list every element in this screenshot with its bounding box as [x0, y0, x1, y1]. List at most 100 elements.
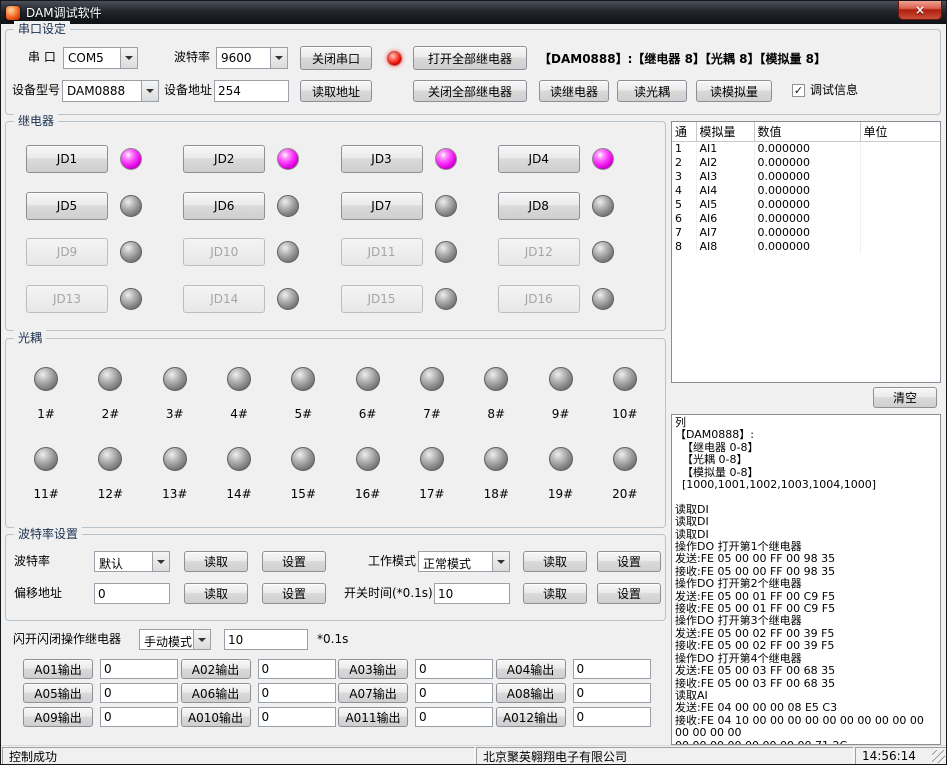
opto-cell: 12# [78, 447, 142, 501]
read-address-button[interactable]: 读取地址 [300, 80, 372, 102]
relay-button-jd8[interactable]: JD8 [498, 192, 580, 220]
titlebar[interactable]: DAM调试软件 [1, 1, 946, 24]
output-input-7[interactable] [415, 683, 493, 703]
output-input-8[interactable] [573, 683, 651, 703]
analog-table-cell [860, 142, 940, 156]
analog-table-row: 1AI10.000000 [672, 142, 940, 156]
relay-led-jd1 [120, 148, 142, 170]
output-button-6[interactable]: A06输出 [181, 683, 251, 703]
baud-setting-value: 默认 [95, 552, 152, 571]
read-relays-button[interactable]: 读继电器 [539, 80, 609, 102]
output-button-8[interactable]: A08输出 [496, 683, 566, 703]
output-button-9[interactable]: A09输出 [23, 707, 93, 727]
opto-led-3 [163, 367, 187, 391]
read-analog-button[interactable]: 读模拟量 [696, 80, 772, 102]
output-button-11[interactable]: A011输出 [338, 707, 408, 727]
relay-button-jd1[interactable]: JD1 [26, 145, 108, 173]
flash-time-input[interactable] [224, 629, 308, 650]
output-input-9[interactable] [100, 707, 178, 727]
read-opto-button[interactable]: 读光耦 [617, 80, 687, 102]
debug-info-checkbox[interactable]: ✓ 调试信息 [792, 83, 858, 97]
relay-cell: JD3 [341, 145, 498, 173]
opto-label: 15# [291, 487, 316, 501]
analog-table-header: 通 模拟量 数值 单位 [672, 122, 940, 142]
output-input-4[interactable] [573, 659, 651, 679]
opto-led-16 [356, 447, 380, 471]
analog-table-row: 5AI50.000000 [672, 198, 940, 212]
analog-table-cell: AI8 [696, 240, 754, 254]
relay-button-jd2[interactable]: JD2 [183, 145, 265, 173]
output-input-10[interactable] [258, 707, 336, 727]
opto-cell: 18# [464, 447, 528, 501]
resize-grip-icon[interactable] [932, 750, 945, 763]
offset-address-input[interactable] [94, 583, 170, 604]
relay-cell: JD8 [498, 192, 655, 220]
work-mode-set-button[interactable]: 设置 [597, 551, 661, 572]
opto-label: 14# [226, 487, 251, 501]
relay-led-jd11 [435, 241, 457, 263]
switch-time-set-button[interactable]: 设置 [597, 583, 661, 604]
relay-cell: JD15 [341, 285, 498, 313]
opto-led-13 [163, 447, 187, 471]
baud-select[interactable]: 9600 [216, 47, 288, 69]
serial-status-led [387, 51, 402, 66]
output-input-3[interactable] [415, 659, 493, 679]
output-input-11[interactable] [415, 707, 493, 727]
relay-button-jd5[interactable]: JD5 [26, 192, 108, 220]
analog-table-row: 4AI40.000000 [672, 184, 940, 198]
baud-setting-arrow[interactable] [152, 552, 169, 571]
work-mode-arrow[interactable] [492, 552, 509, 571]
opto-led-9 [549, 367, 573, 391]
flash-mode-select[interactable]: 手动模式 [139, 629, 211, 650]
output-input-2[interactable] [258, 659, 336, 679]
output-input-1[interactable] [100, 659, 178, 679]
relay-led-jd5 [120, 195, 142, 217]
relay-button-jd6[interactable]: JD6 [183, 192, 265, 220]
log-line: 【光耦 0-8】 [675, 454, 937, 466]
output-input-12[interactable] [573, 707, 651, 727]
offset-read-button[interactable]: 读取 [184, 583, 248, 604]
device-address-input[interactable] [214, 80, 289, 102]
baud-setting-label: 波特率 [14, 550, 50, 573]
model-select[interactable]: DAM0888 [62, 80, 159, 102]
offset-set-button[interactable]: 设置 [262, 583, 326, 604]
analog-table-cell: 0.000000 [754, 170, 860, 184]
output-button-4[interactable]: A04输出 [496, 659, 566, 679]
switch-time-read-button[interactable]: 读取 [523, 583, 587, 604]
baud-setting-select[interactable]: 默认 [94, 551, 170, 572]
relay-grid: JD1JD2JD3JD4JD5JD6JD7JD8JD9JD10JD11JD12J… [26, 136, 655, 322]
output-button-1[interactable]: A01输出 [23, 659, 93, 679]
output-button-2[interactable]: A02输出 [181, 659, 251, 679]
close-all-relays-button[interactable]: 关闭全部继电器 [413, 80, 527, 102]
model-select-arrow[interactable] [141, 81, 158, 101]
relay-group: 继电器 JD1JD2JD3JD4JD5JD6JD7JD8JD9JD10JD11J… [5, 121, 666, 331]
relay-button-jd4[interactable]: JD4 [498, 145, 580, 173]
work-mode-read-button[interactable]: 读取 [523, 551, 587, 572]
output-button-5[interactable]: A05输出 [23, 683, 93, 703]
relay-button-jd3[interactable]: JD3 [341, 145, 423, 173]
flash-mode-arrow[interactable] [193, 630, 210, 649]
output-button-7[interactable]: A07输出 [338, 683, 408, 703]
baud-set-button[interactable]: 设置 [262, 551, 326, 572]
switch-time-input[interactable] [434, 583, 510, 604]
close-button[interactable]: × [898, 1, 942, 20]
output-button-12[interactable]: A012输出 [496, 707, 566, 727]
baud-read-button[interactable]: 读取 [184, 551, 248, 572]
open-all-relays-button[interactable]: 打开全部继电器 [413, 46, 527, 70]
clear-button[interactable]: 清空 [873, 387, 937, 408]
output-input-5[interactable] [100, 683, 178, 703]
port-select[interactable]: COM5 [63, 47, 138, 69]
relay-cell: JD5 [26, 192, 183, 220]
work-mode-select[interactable]: 正常模式 [418, 551, 510, 572]
output-cell: A08输出 [496, 683, 654, 703]
output-button-10[interactable]: A010输出 [181, 707, 251, 727]
opto-led-11 [34, 447, 58, 471]
debug-log[interactable]: 列【DAM0888】: 【继电器 0-8】 【光耦 0-8】 【模拟量 0-8】… [671, 414, 941, 745]
relay-button-jd7[interactable]: JD7 [341, 192, 423, 220]
output-input-6[interactable] [258, 683, 336, 703]
output-grid: A01输出 A02输出 A03输出 A04输出 A05输出 A06输出 A07输出 A08输出… [23, 659, 653, 727]
close-serial-button[interactable]: 关闭串口 [300, 46, 372, 70]
output-button-3[interactable]: A03输出 [338, 659, 408, 679]
port-select-arrow[interactable] [120, 48, 137, 68]
baud-select-arrow[interactable] [270, 48, 287, 68]
